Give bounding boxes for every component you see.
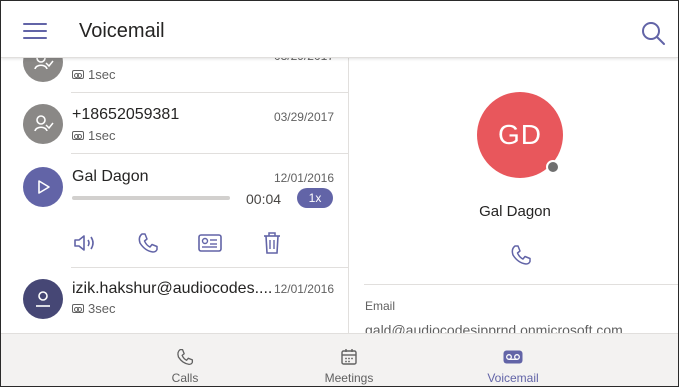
phone-icon xyxy=(175,348,195,366)
menu-icon[interactable] xyxy=(23,22,47,40)
duration-text: 1sec xyxy=(88,67,116,82)
contact-card-icon[interactable] xyxy=(196,229,224,257)
email-label: Email xyxy=(365,299,396,313)
delete-icon[interactable] xyxy=(258,229,286,257)
voicemail-date: 03/29/2017 xyxy=(273,110,334,124)
voicemail-caller: +18652059381 xyxy=(72,106,180,123)
playback-time: 00:04 xyxy=(246,191,282,207)
voicemail-icon xyxy=(72,304,84,313)
speaker-icon[interactable] xyxy=(71,229,99,257)
nav-meetings[interactable]: Meetings xyxy=(289,334,409,386)
person-voicemail-icon xyxy=(34,115,54,132)
voicemail-date: 12/01/2016 xyxy=(273,171,334,185)
contact-detail-pane: GD Gal Dagon Email gald@audiocodesipprnd… xyxy=(350,58,678,333)
nav-label: Calls xyxy=(171,371,199,385)
duration-text: 1sec xyxy=(88,128,116,143)
voicemail-date: 12/01/2016 xyxy=(273,282,334,296)
calendar-icon xyxy=(339,348,359,366)
duration-text: 3sec xyxy=(88,301,116,316)
email-value[interactable]: gald@audiocodesipprnd.onmicrosoft.com xyxy=(365,322,623,333)
voicemail-icon xyxy=(72,70,84,79)
bottom-nav: Calls Meetings Voicemail xyxy=(1,333,678,386)
nav-label: Meetings xyxy=(324,371,374,385)
presence-indicator xyxy=(546,160,560,174)
voicemail-icon xyxy=(72,131,84,140)
divider xyxy=(364,284,678,285)
search-icon[interactable] xyxy=(640,20,666,46)
voicemail-item[interactable]: izik.hakshur@audiocodes.... 12/01/2016 3… xyxy=(1,268,348,333)
voicemail-duration: 1sec xyxy=(72,67,115,82)
voicemail-duration: 1sec xyxy=(72,128,115,143)
call-back-icon[interactable] xyxy=(134,229,162,257)
app-window: Voicemail +19612954900 03/29/2017 1sec +… xyxy=(0,0,679,387)
nav-voicemail[interactable]: Voicemail xyxy=(453,334,573,386)
contact-avatar xyxy=(23,279,63,319)
playback-progress[interactable] xyxy=(72,196,230,200)
call-icon[interactable] xyxy=(510,244,532,266)
play-button[interactable] xyxy=(23,167,63,207)
voicemail-item[interactable]: +18652059381 03/29/2017 1sec xyxy=(1,93,348,154)
page-title: Voicemail xyxy=(79,20,165,42)
play-icon xyxy=(38,180,50,194)
voicemail-caller: izik.hakshur@audiocodes.... xyxy=(72,280,273,297)
voicemail-actions xyxy=(1,229,348,261)
voicemail-duration: 3sec xyxy=(72,301,115,316)
nav-calls[interactable]: Calls xyxy=(125,334,245,386)
person-icon xyxy=(36,291,50,307)
voicemail-caller: Gal Dagon xyxy=(72,168,149,185)
voicemail-list: +19612954900 03/29/2017 1sec +1865205938… xyxy=(1,31,349,333)
contact-name: Gal Dagon xyxy=(479,203,551,220)
playback-speed-button[interactable]: 1x xyxy=(297,188,333,208)
voicemail-icon xyxy=(503,348,523,366)
top-bar: Voicemail xyxy=(1,1,678,58)
nav-label: Voicemail xyxy=(487,371,539,385)
contact-avatar xyxy=(23,104,63,144)
